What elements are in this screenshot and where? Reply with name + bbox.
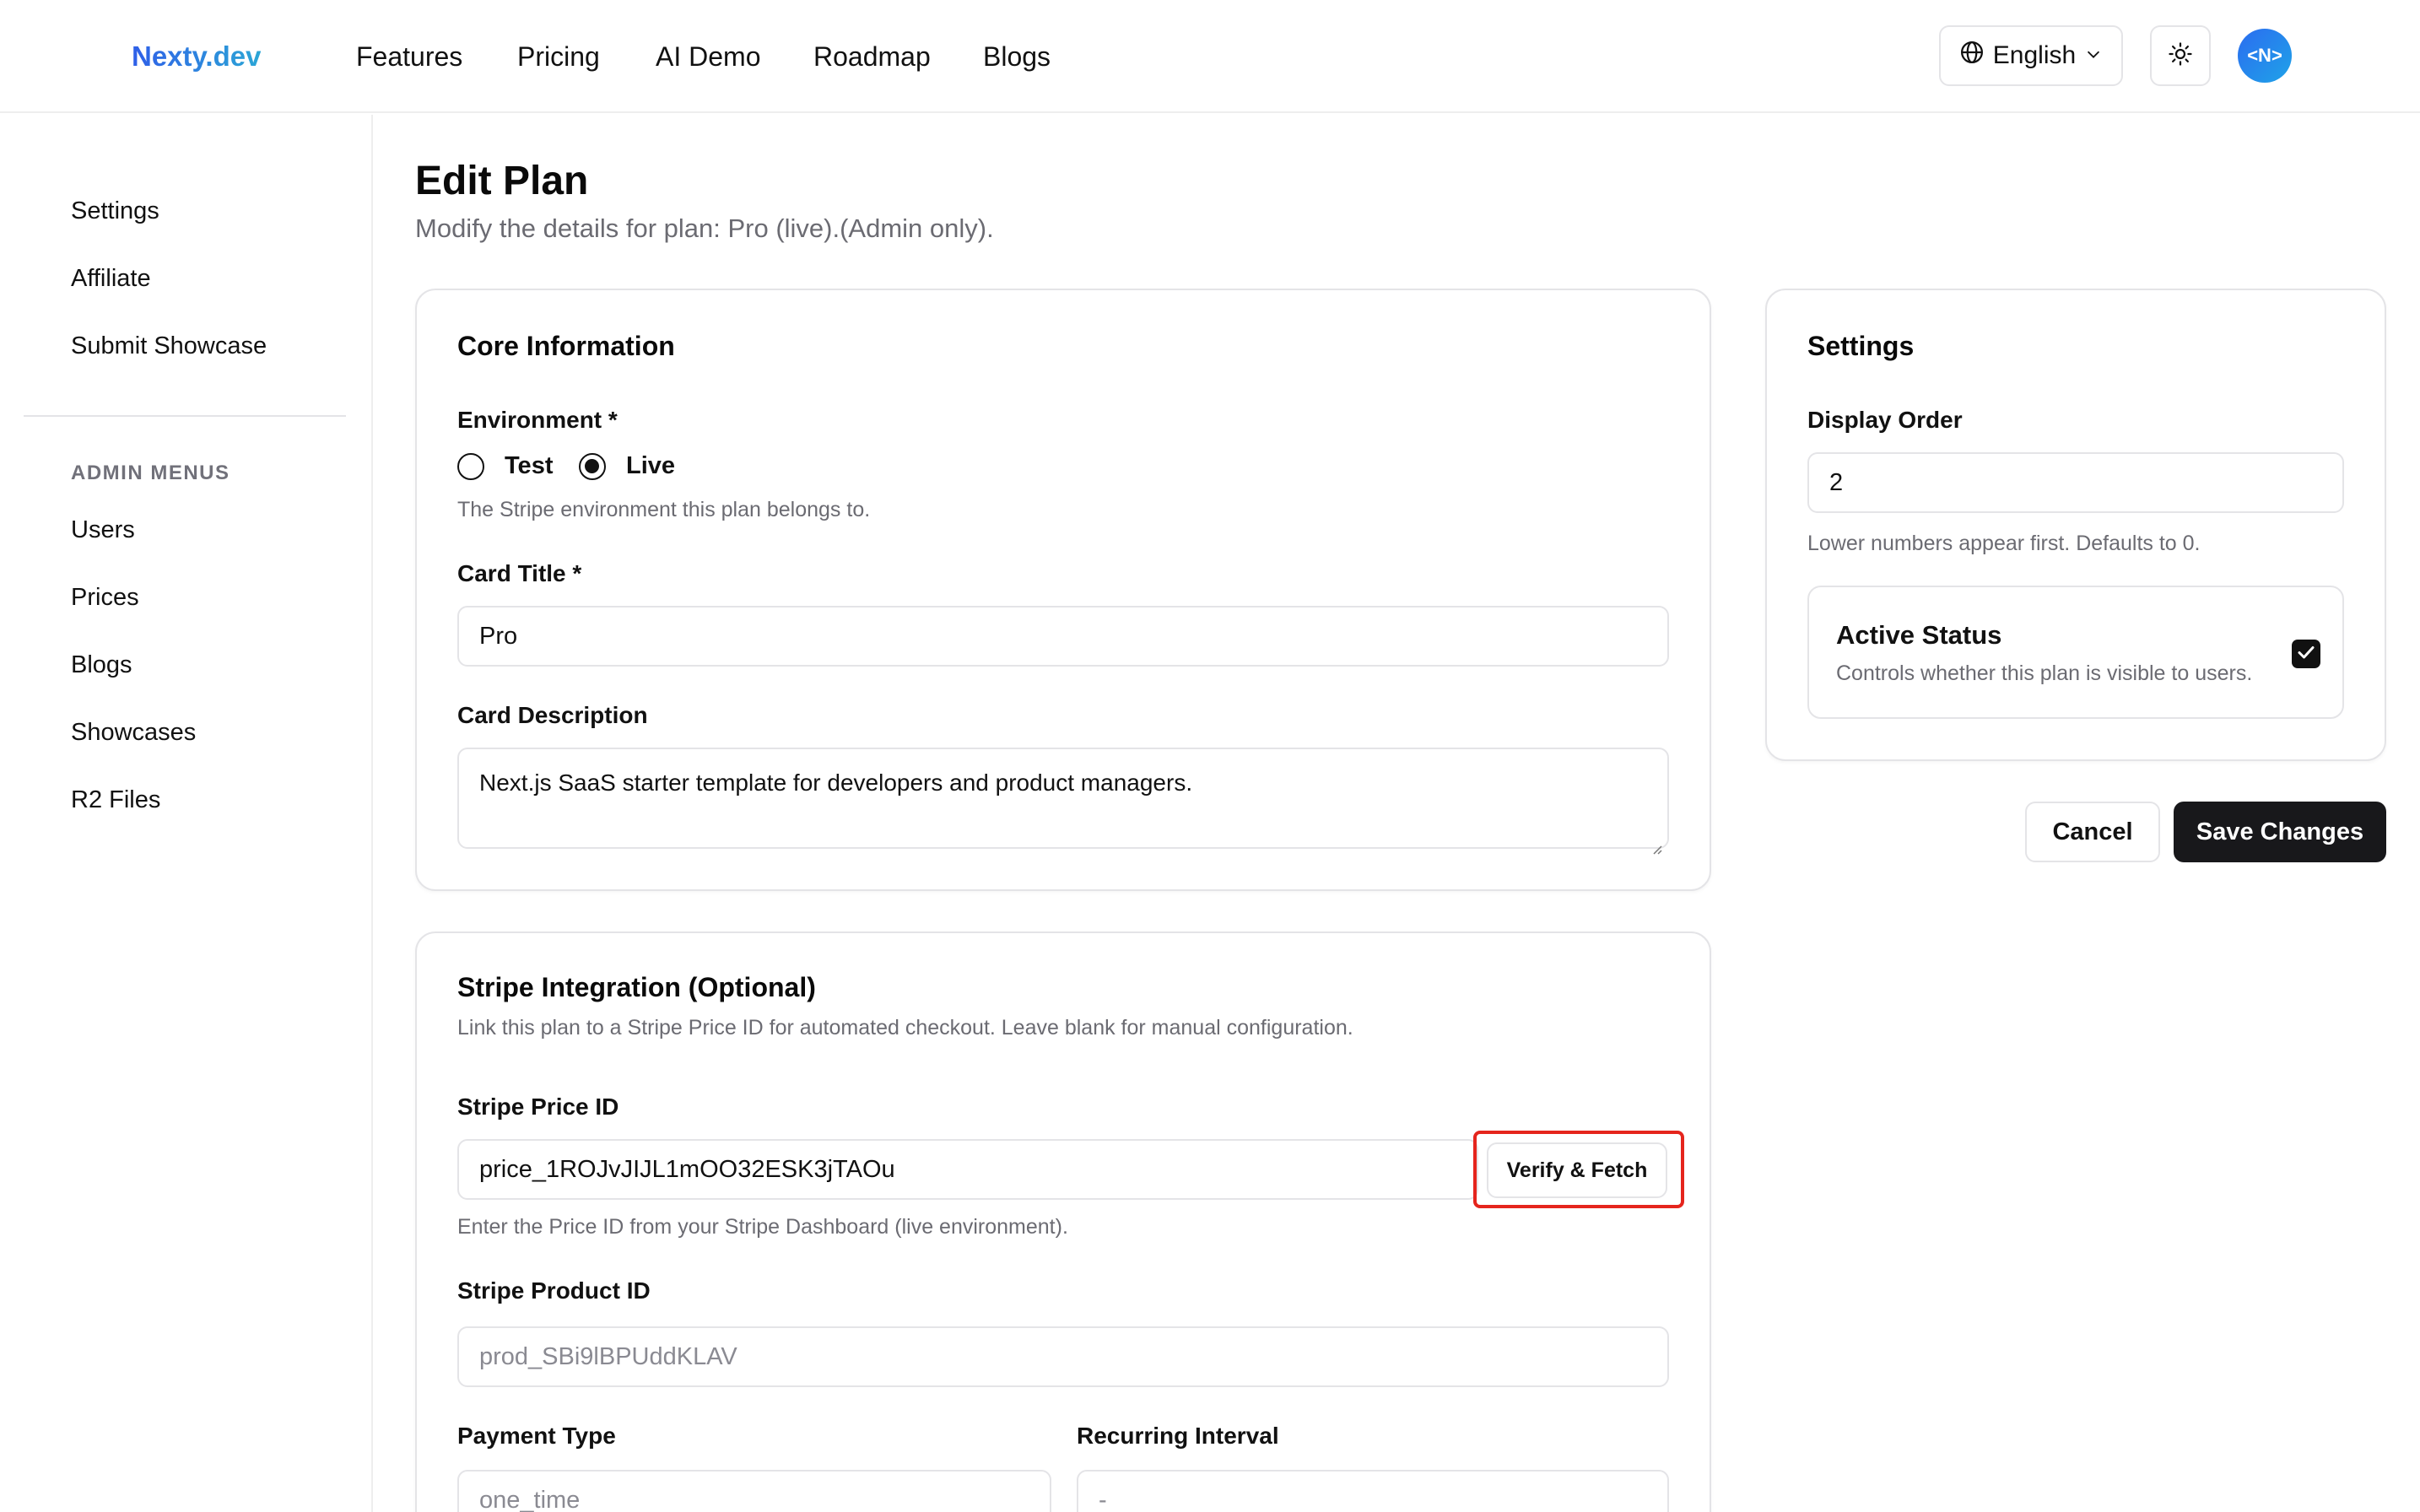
- active-status-title: Active Status: [1836, 620, 2002, 650]
- sidebar-item-submit-showcase[interactable]: Submit Showcase: [71, 329, 267, 363]
- sidebar-item-showcases[interactable]: Showcases: [71, 716, 196, 749]
- check-icon: [2296, 642, 2316, 667]
- sidebar: Settings Affiliate Submit Showcase ADMIN…: [0, 115, 373, 1512]
- stripe-product-id-label: Stripe Product ID: [457, 1277, 651, 1304]
- card-description-textarea[interactable]: Next.js SaaS starter template for develo…: [457, 748, 1669, 855]
- display-order-label: Display Order: [1807, 407, 1963, 433]
- recurring-interval-input: -: [1077, 1470, 1669, 1512]
- environment-option-live[interactable]: Live: [626, 449, 675, 483]
- stripe-integration-description: Link this plan to a Stripe Price ID for …: [457, 1016, 1353, 1040]
- active-status-checkbox[interactable]: [2292, 640, 2320, 668]
- stripe-integration-card: Stripe Integration (Optional) Link this …: [415, 932, 1711, 1512]
- sun-icon: [2168, 41, 2193, 71]
- stripe-price-id-help: Enter the Price ID from your Stripe Dash…: [457, 1215, 1068, 1239]
- logo[interactable]: Nexty.dev: [132, 37, 261, 76]
- resize-grip-icon[interactable]: [1650, 830, 1662, 855]
- environment-radio-test[interactable]: [457, 453, 484, 480]
- environment-label: Environment *: [457, 407, 618, 433]
- card-title-input[interactable]: Pro: [457, 606, 1669, 667]
- environment-radio-live[interactable]: [579, 453, 606, 480]
- verify-fetch-button[interactable]: Verify & Fetch: [1487, 1142, 1667, 1198]
- nav-ai-demo[interactable]: AI Demo: [656, 37, 760, 76]
- nav-roadmap[interactable]: Roadmap: [813, 37, 931, 76]
- sidebar-item-affiliate[interactable]: Affiliate: [71, 262, 151, 295]
- environment-help: The Stripe environment this plan belongs…: [457, 498, 871, 521]
- stripe-integration-title: Stripe Integration (Optional): [457, 972, 816, 1002]
- cancel-button[interactable]: Cancel: [2025, 802, 2160, 862]
- card-description-label: Card Description: [457, 702, 648, 728]
- display-order-help: Lower numbers appear first. Defaults to …: [1807, 532, 2201, 555]
- sidebar-item-users[interactable]: Users: [71, 513, 135, 547]
- sidebar-item-prices[interactable]: Prices: [71, 580, 139, 614]
- settings-card: Settings Display Order 2 Lower numbers a…: [1765, 289, 2386, 761]
- globe-icon: [1959, 40, 1985, 72]
- sidebar-item-settings[interactable]: Settings: [71, 194, 159, 228]
- settings-title: Settings: [1807, 331, 1915, 361]
- payment-type-label: Payment Type: [457, 1423, 616, 1449]
- admin-menus-heading: ADMIN MENUS: [71, 462, 230, 484]
- sidebar-item-r2-files[interactable]: R2 Files: [71, 783, 160, 817]
- card-description-text: Next.js SaaS starter template for develo…: [479, 770, 1193, 796]
- nav-pricing[interactable]: Pricing: [517, 37, 600, 76]
- theme-toggle-button[interactable]: [2150, 25, 2211, 86]
- stripe-product-id-input: prod_SBi9lBPUddKLAV: [457, 1326, 1669, 1387]
- nav-features[interactable]: Features: [356, 37, 462, 76]
- stripe-price-id-input[interactable]: price_1ROJvJIJL1mOO32ESK3jTAOu: [457, 1139, 1478, 1200]
- active-status-box: Active Status Controls whether this plan…: [1807, 586, 2344, 719]
- chevron-down-icon: [2084, 41, 2103, 70]
- top-header: Nexty.dev Features Pricing AI Demo Roadm…: [0, 0, 2420, 113]
- nav-blogs[interactable]: Blogs: [983, 37, 1051, 76]
- recurring-interval-label: Recurring Interval: [1077, 1423, 1279, 1449]
- card-title-label: Card Title *: [457, 560, 582, 586]
- core-information-card: Core Information Environment * Test Live…: [415, 289, 1711, 891]
- page-title: Edit Plan: [415, 159, 589, 203]
- core-information-title: Core Information: [457, 331, 675, 361]
- language-select[interactable]: English: [1939, 25, 2123, 86]
- save-changes-button[interactable]: Save Changes: [2174, 802, 2386, 862]
- avatar[interactable]: <N>: [2238, 29, 2292, 83]
- environment-option-test[interactable]: Test: [505, 449, 553, 483]
- stripe-price-id-label: Stripe Price ID: [457, 1094, 619, 1120]
- payment-type-input: one_time: [457, 1470, 1051, 1512]
- display-order-input[interactable]: 2: [1807, 452, 2344, 513]
- language-label: English: [1992, 41, 2077, 69]
- sidebar-item-blogs[interactable]: Blogs: [71, 648, 132, 682]
- sidebar-divider: [24, 415, 346, 417]
- active-status-help: Controls whether this plan is visible to…: [1836, 662, 2253, 685]
- page-subtitle: Modify the details for plan: Pro (live).…: [415, 213, 994, 243]
